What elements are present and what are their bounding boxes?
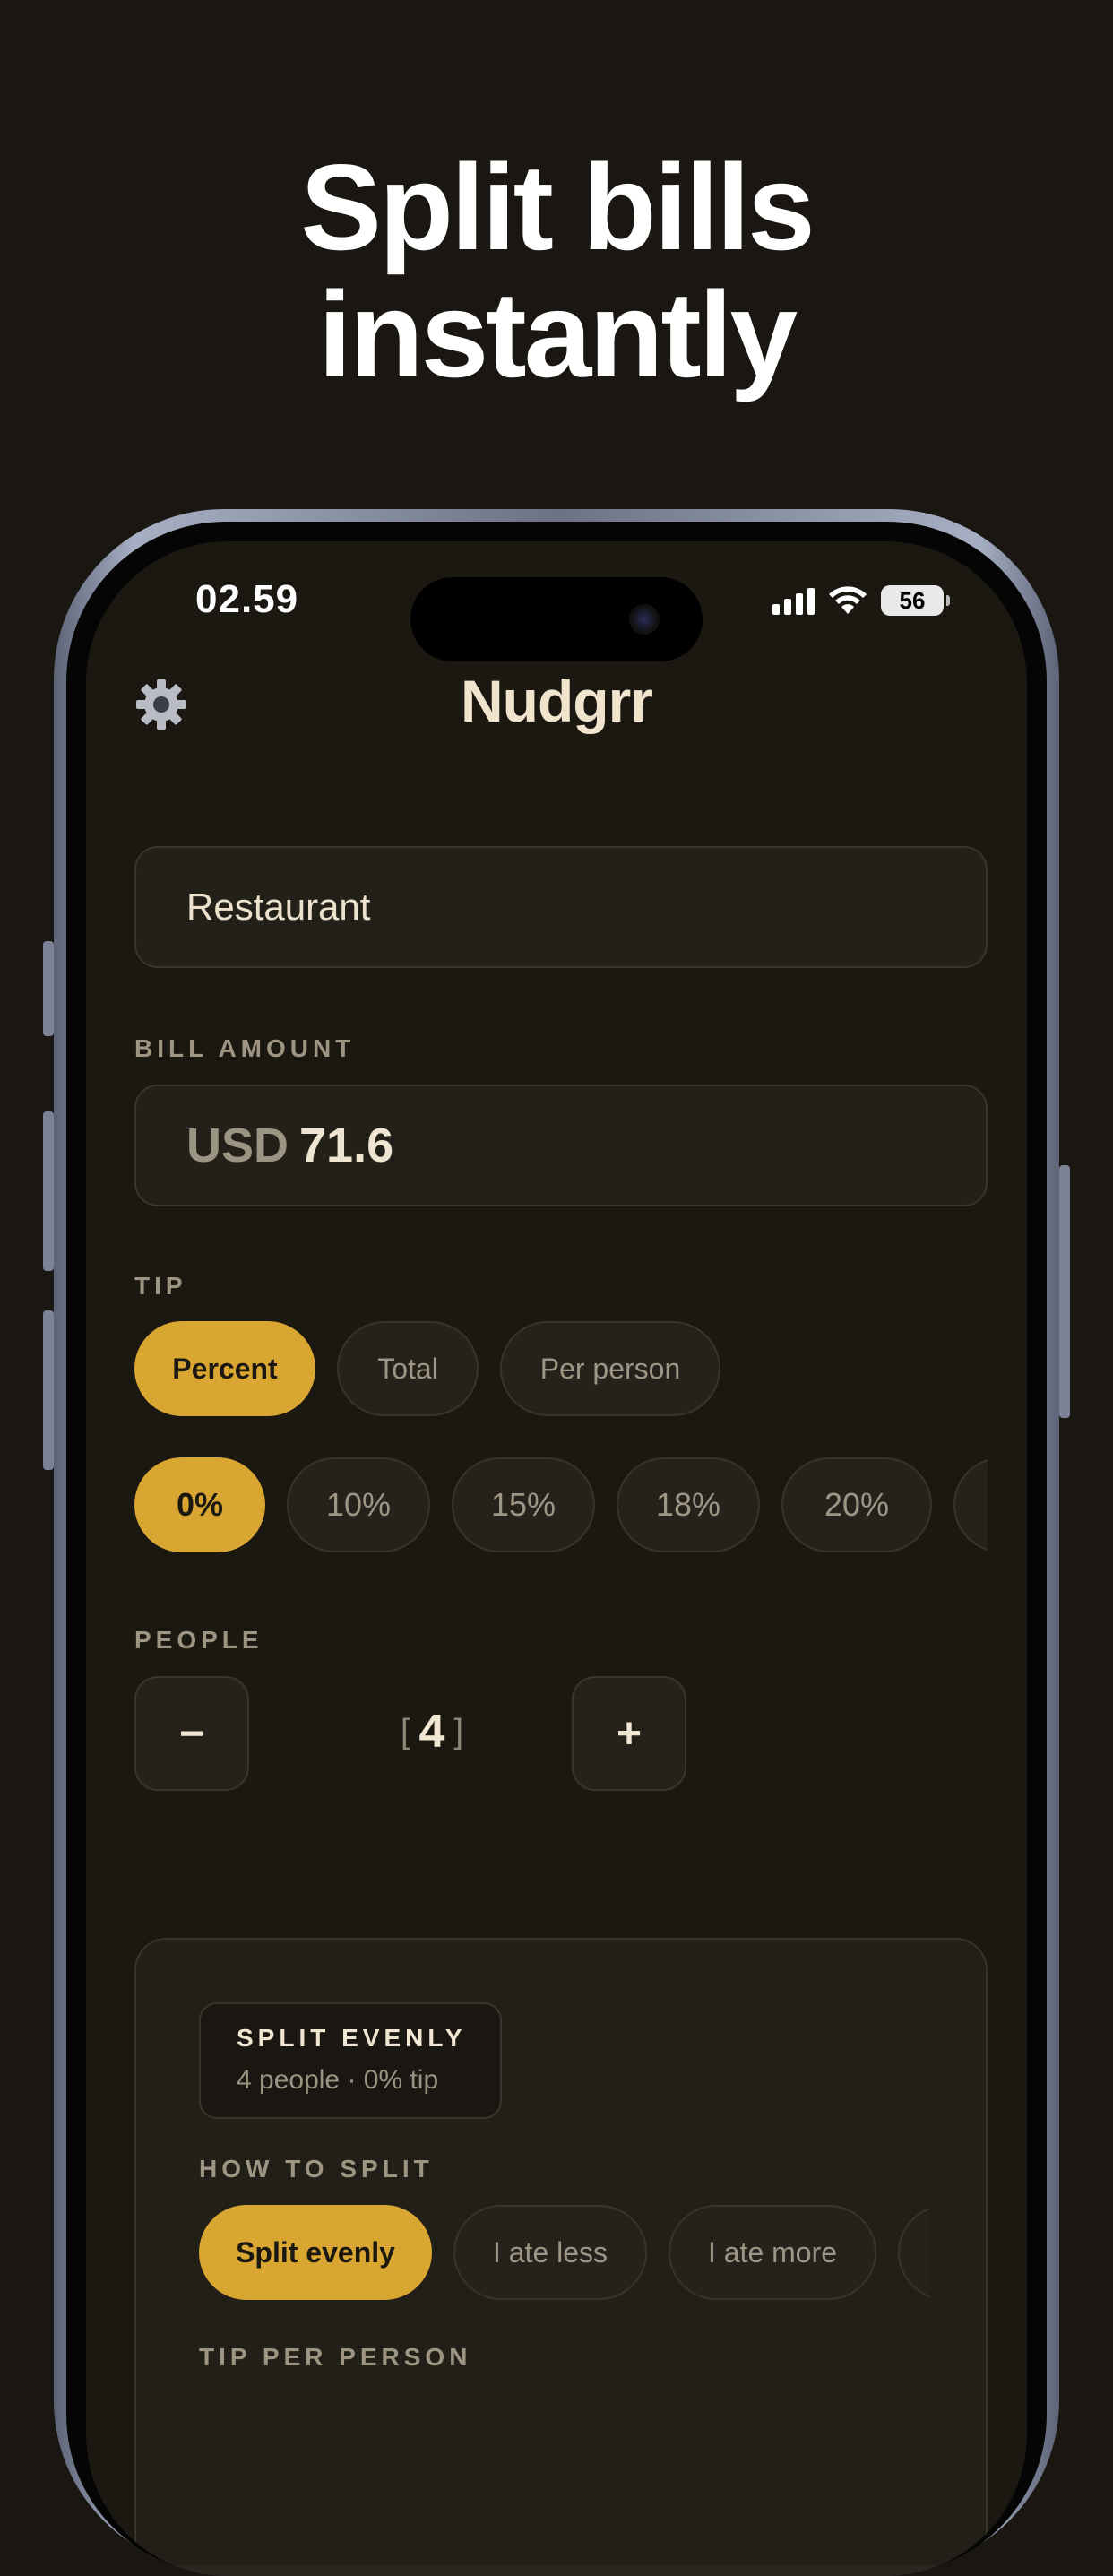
split-option-scroller[interactable]: Split evenly I ate less I ate more bbox=[199, 2205, 930, 2305]
volume-up-button bbox=[43, 1111, 54, 1271]
status-time: 02.59 bbox=[195, 577, 299, 621]
split-mode-badge: SPLIT EVENLY 4 people · 0% tip bbox=[199, 2002, 502, 2119]
power-button bbox=[1059, 1165, 1070, 1418]
split-option-evenly[interactable]: Split evenly bbox=[199, 2205, 432, 2300]
bill-amount-label: BILL AMOUNT bbox=[134, 1034, 356, 1062]
headline-line-1: Split bills bbox=[300, 139, 815, 275]
merchant-value: Restaurant bbox=[186, 886, 371, 928]
tip-percent-15[interactable]: 15% bbox=[452, 1457, 595, 1552]
tip-mode-percent[interactable]: Percent bbox=[134, 1321, 315, 1416]
tip-mode-total[interactable]: Total bbox=[337, 1321, 479, 1416]
bill-amount-value: 71.6 bbox=[299, 1119, 394, 1172]
bottom-bar bbox=[86, 2565, 1027, 2576]
wifi-icon bbox=[829, 586, 867, 614]
badge-title: SPLIT EVENLY bbox=[237, 2024, 467, 2052]
app-screen: 02.59 56 Nudgrr Restaurant BILL AMOUNT U… bbox=[86, 541, 1027, 2576]
tip-mode-selector: Percent Total Per person bbox=[134, 1321, 720, 1416]
people-count-display: [ 4 ] bbox=[376, 1705, 487, 1759]
app-title: Nudgrr bbox=[461, 668, 653, 734]
tip-mode-per-person[interactable]: Per person bbox=[500, 1321, 720, 1416]
people-label: PEOPLE bbox=[134, 1626, 263, 1654]
camera-icon bbox=[629, 604, 660, 635]
tip-percent-more[interactable] bbox=[953, 1457, 988, 1552]
tip-percent-18[interactable]: 18% bbox=[617, 1457, 760, 1552]
tip-per-person-label: TIP PER PERSON bbox=[199, 2343, 472, 2371]
battery-icon: 56 bbox=[881, 585, 950, 616]
bill-amount-input[interactable]: USD 71.6 bbox=[134, 1085, 988, 1206]
headline: Split bills instantly bbox=[0, 143, 1113, 398]
bracket-open: [ bbox=[400, 1712, 410, 1750]
increase-people-button[interactable]: + bbox=[572, 1676, 686, 1791]
currency-code: USD bbox=[186, 1119, 289, 1172]
signal-icon bbox=[772, 586, 815, 615]
headline-line-2: instantly bbox=[317, 266, 798, 402]
merchant-input[interactable]: Restaurant bbox=[134, 846, 988, 968]
tip-percent-options: 0% 10% 15% 18% 20% bbox=[134, 1457, 988, 1552]
badge-subtitle: 4 people · 0% tip bbox=[237, 2065, 439, 2095]
split-summary-card: SPLIT EVENLY 4 people · 0% tip HOW TO SP… bbox=[134, 1938, 988, 2576]
volume-down-button bbox=[43, 1310, 54, 1470]
split-options: Split evenly I ate less I ate more bbox=[199, 2205, 930, 2300]
decrease-people-button[interactable]: − bbox=[134, 1676, 249, 1791]
action-button bbox=[43, 941, 54, 1036]
bracket-close: ] bbox=[453, 1712, 464, 1750]
tip-percent-0[interactable]: 0% bbox=[134, 1457, 265, 1552]
tip-label: TIP bbox=[134, 1272, 187, 1300]
tip-percent-scroller[interactable]: 0% 10% 15% 18% 20% bbox=[134, 1457, 988, 1556]
split-option-more[interactable] bbox=[898, 2205, 930, 2300]
split-option-ate-more[interactable]: I ate more bbox=[669, 2205, 876, 2300]
dynamic-island bbox=[410, 577, 703, 661]
people-count: 4 bbox=[418, 1706, 445, 1758]
tip-percent-20[interactable]: 20% bbox=[781, 1457, 932, 1552]
status-icons: 56 bbox=[772, 581, 950, 620]
how-to-split-label: HOW TO SPLIT bbox=[199, 2155, 434, 2183]
split-option-ate-less[interactable]: I ate less bbox=[453, 2205, 647, 2300]
tip-percent-10[interactable]: 10% bbox=[287, 1457, 430, 1552]
